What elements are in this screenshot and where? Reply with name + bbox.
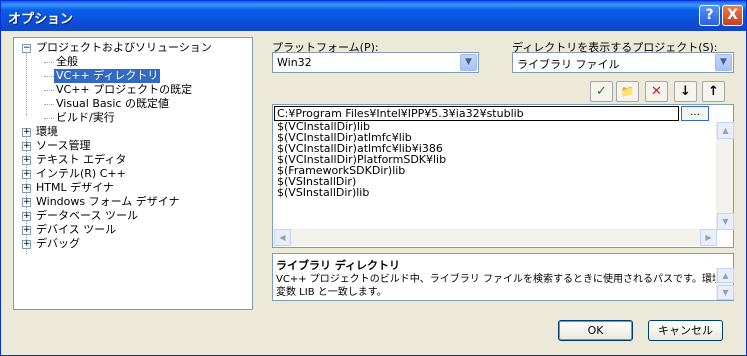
tree-item-text-editor[interactable]: + テキスト エディタ: [14, 153, 252, 167]
category-tree[interactable]: − プロジェクトおよびソリューション 全般 VC++ ディレクトリ VC++ プ…: [13, 37, 253, 310]
tree-item-label: インテル(R) C++: [36, 167, 126, 180]
expand-icon[interactable]: +: [22, 212, 31, 221]
tree-item-label: 環境: [36, 125, 58, 138]
tree-item-source-control[interactable]: + ソース管理: [14, 139, 252, 153]
close-button[interactable]: X: [722, 5, 743, 26]
tree-item-label: ビルド/実行: [56, 111, 115, 124]
check-icon[interactable]: ✓: [590, 81, 613, 102]
tree-item-label: デバッグ: [36, 237, 80, 250]
tree-item-label: ソース管理: [36, 139, 91, 152]
list-horizontal-scrollbar[interactable]: ◀ ▶: [274, 229, 717, 246]
directory-type-select[interactable]: ライブラリ ファイル ▼: [512, 52, 734, 73]
expand-icon[interactable]: +: [22, 240, 31, 249]
tree-item-vc-directories[interactable]: VC++ ディレクトリ: [14, 69, 252, 83]
expand-icon[interactable]: +: [22, 142, 31, 151]
tree-item-label: 全般: [56, 55, 78, 68]
expand-icon[interactable]: +: [22, 128, 31, 137]
tree-item-debugging[interactable]: + デバッグ: [14, 237, 252, 251]
scroll-right-icon[interactable]: ▶: [700, 229, 717, 246]
chevron-down-icon[interactable]: ▼: [715, 54, 732, 71]
ok-button[interactable]: OK: [558, 320, 633, 341]
scroll-left-icon[interactable]: ◀: [274, 229, 291, 246]
tree-item-label: HTML デザイナ: [36, 181, 114, 194]
chevron-down-icon[interactable]: ▼: [460, 54, 477, 71]
path-edit-input[interactable]: C:¥Program Files¥Intel¥IPP¥5.3¥ia32¥stub…: [274, 106, 679, 121]
tree-item-projects-solutions[interactable]: − プロジェクトおよびソリューション: [14, 41, 252, 55]
expand-icon[interactable]: +: [22, 198, 31, 207]
options-dialog: オプション ? X − プロジェクトおよびソリューション 全般 VC++ ディレ…: [0, 0, 747, 356]
expand-icon[interactable]: +: [22, 156, 31, 165]
tree-item-build-run[interactable]: ビルド/実行: [14, 111, 252, 125]
scroll-down-icon[interactable]: ▼: [717, 285, 734, 300]
arrow-down-icon[interactable]: ↓: [674, 81, 697, 102]
tree-item-intel-cpp[interactable]: + インテル(R) C++: [14, 167, 252, 181]
tree-item-label: VC++ ディレクトリ: [54, 69, 161, 83]
tree-item-label: プロジェクトおよびソリューション: [36, 41, 212, 54]
directory-list[interactable]: C:¥Program Files¥Intel¥IPP¥5.3¥ia32¥stub…: [272, 104, 734, 248]
tree-item-vb-defaults[interactable]: Visual Basic の既定値: [14, 97, 252, 111]
tree-item-label: データベース ツール: [36, 209, 138, 222]
tree-item-general[interactable]: 全般: [14, 55, 252, 69]
tree-item-label: VC++ プロジェクトの既定: [56, 83, 193, 96]
collapse-icon[interactable]: −: [22, 44, 31, 53]
tree-item-device-tools[interactable]: + デバイス ツール: [14, 223, 252, 237]
arrow-up-icon[interactable]: ↑: [702, 81, 725, 102]
tree-item-html-designer[interactable]: + HTML デザイナ: [14, 181, 252, 195]
browse-button[interactable]: ...: [681, 106, 709, 121]
platform-value: Win32: [277, 56, 312, 69]
platform-select[interactable]: Win32 ▼: [272, 52, 479, 73]
expand-icon[interactable]: +: [22, 226, 31, 235]
path-item[interactable]: $(VSInstallDir)lib: [277, 187, 369, 198]
description-panel: ライブラリ ディレクトリ VC++ プロジェクトのビルド中、ライブラリ ファイル…: [272, 253, 734, 301]
list-vertical-scrollbar[interactable]: ▲ ▼: [716, 122, 734, 230]
description-scrollbar[interactable]: ▲ ▼: [716, 268, 734, 300]
window-title: オプション: [8, 12, 74, 27]
tree-item-label: デバイス ツール: [36, 223, 117, 236]
scroll-down-icon[interactable]: ▼: [717, 213, 734, 230]
scroll-up-icon[interactable]: ▲: [717, 122, 734, 139]
cancel-button[interactable]: キャンセル: [648, 320, 723, 341]
tree-item-forms-designer[interactable]: + Windows フォーム デザイナ: [14, 195, 252, 209]
expand-icon[interactable]: +: [22, 184, 31, 193]
title-bar[interactable]: オプション ? X: [1, 1, 746, 31]
scroll-up-icon[interactable]: ▲: [717, 268, 734, 283]
new-folder-icon[interactable]: 📁: [616, 81, 639, 102]
tree-item-environment[interactable]: + 環境: [14, 125, 252, 139]
expand-icon[interactable]: +: [22, 170, 31, 179]
delete-icon[interactable]: ✕: [645, 81, 668, 102]
tree-item-database-tools[interactable]: + データベース ツール: [14, 209, 252, 223]
tree-item-label: Visual Basic の既定値: [56, 97, 169, 110]
directory-type-value: ライブラリ ファイル: [517, 58, 620, 71]
tree-item-vc-project-defaults[interactable]: VC++ プロジェクトの既定: [14, 83, 252, 97]
description-line-2: 変数 LIB と一致します。: [276, 287, 387, 298]
tree-item-label: テキスト エディタ: [36, 153, 127, 166]
help-button[interactable]: ?: [699, 5, 720, 26]
tree-item-label: Windows フォーム デザイナ: [36, 195, 180, 208]
